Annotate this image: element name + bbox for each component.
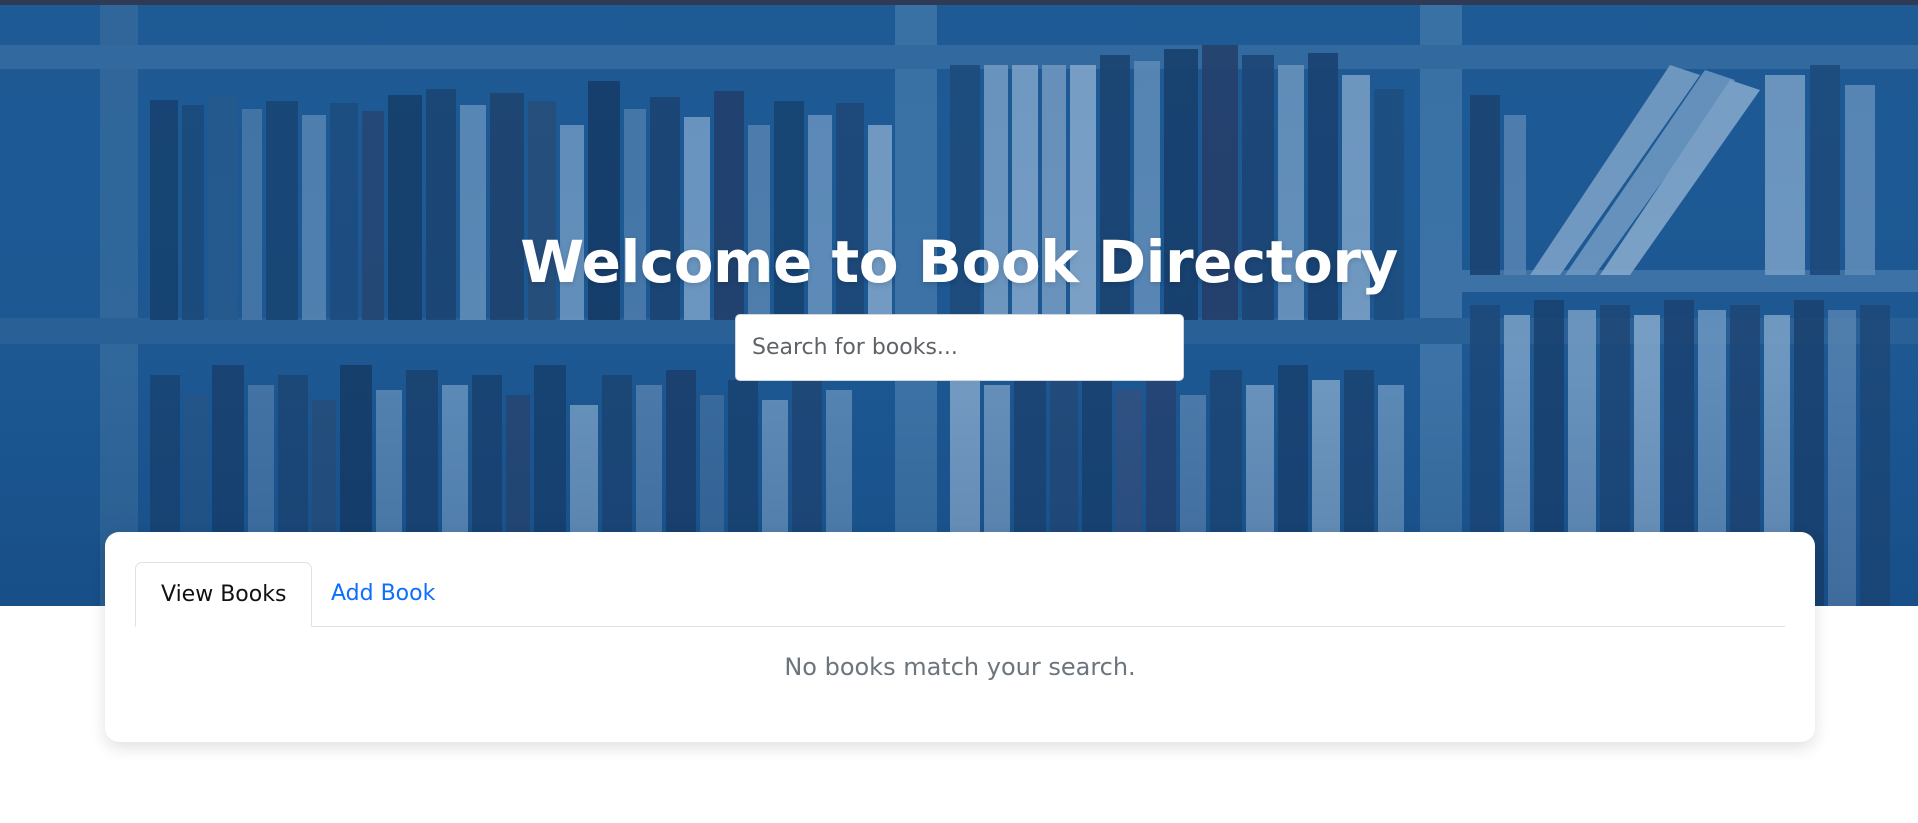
page-title: Welcome to Book Directory xyxy=(520,228,1398,296)
hero-banner: Welcome to Book Directory xyxy=(0,5,1918,606)
tab-add-book[interactable]: Add Book xyxy=(306,562,460,626)
books-card: View Books Add Book No books match your … xyxy=(105,532,1815,742)
tab-view-books[interactable]: View Books xyxy=(135,562,313,627)
search-input[interactable] xyxy=(735,314,1184,381)
hero-color-overlay xyxy=(0,5,1918,606)
empty-results-message: No books match your search. xyxy=(784,653,1136,681)
tab-bar: View Books Add Book xyxy=(135,562,1785,627)
